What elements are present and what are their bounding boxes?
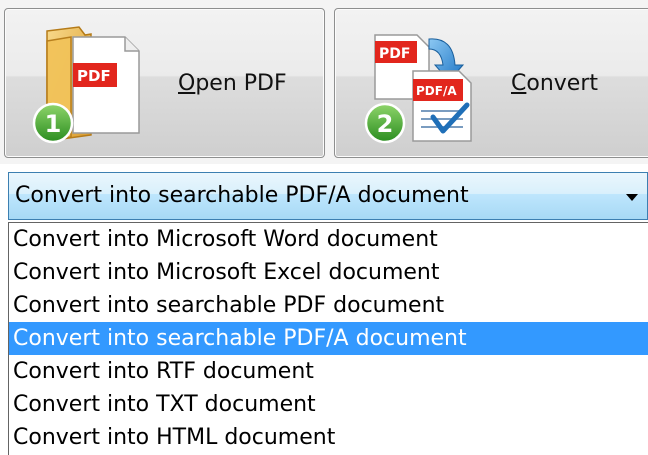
svg-text:PDF: PDF bbox=[379, 46, 410, 62]
list-item-rtf[interactable]: Convert into RTF document bbox=[9, 355, 648, 388]
toolbar: PDF 1 Open PDF PDF PDF/A 2 Convert bbox=[0, 0, 648, 164]
list-item-html[interactable]: Convert into HTML document bbox=[9, 421, 648, 454]
svg-text:PDF: PDF bbox=[77, 67, 111, 85]
conversion-options-list: Convert into Microsoft Word document Con… bbox=[8, 222, 648, 455]
dropdown-arrow-icon[interactable] bbox=[621, 186, 643, 208]
folder-pdf-icon: PDF 1 bbox=[32, 26, 140, 144]
selected-conversion-value: Convert into searchable PDF/A document bbox=[15, 183, 469, 208]
list-item-txt[interactable]: Convert into TXT document bbox=[9, 388, 648, 421]
conversion-type-select[interactable]: Convert into searchable PDF/A document bbox=[8, 172, 648, 220]
list-item-word[interactable]: Convert into Microsoft Word document bbox=[9, 223, 648, 256]
svg-text:PDF/A: PDF/A bbox=[416, 84, 457, 98]
svg-text:1: 1 bbox=[45, 110, 62, 138]
open-pdf-label: Open PDF bbox=[178, 71, 287, 96]
list-item-excel[interactable]: Convert into Microsoft Excel document bbox=[9, 256, 648, 289]
open-pdf-button[interactable]: PDF 1 Open PDF bbox=[4, 8, 325, 158]
list-item-searchable-pdf[interactable]: Convert into searchable PDF document bbox=[9, 289, 648, 322]
convert-button[interactable]: PDF PDF/A 2 Convert bbox=[334, 8, 648, 158]
convert-label: Convert bbox=[511, 71, 599, 96]
svg-text:2: 2 bbox=[377, 110, 394, 138]
list-item-searchable-pdfa[interactable]: Convert into searchable PDF/A document bbox=[9, 322, 648, 355]
pdf-convert-icon: PDF PDF/A 2 bbox=[364, 34, 472, 144]
